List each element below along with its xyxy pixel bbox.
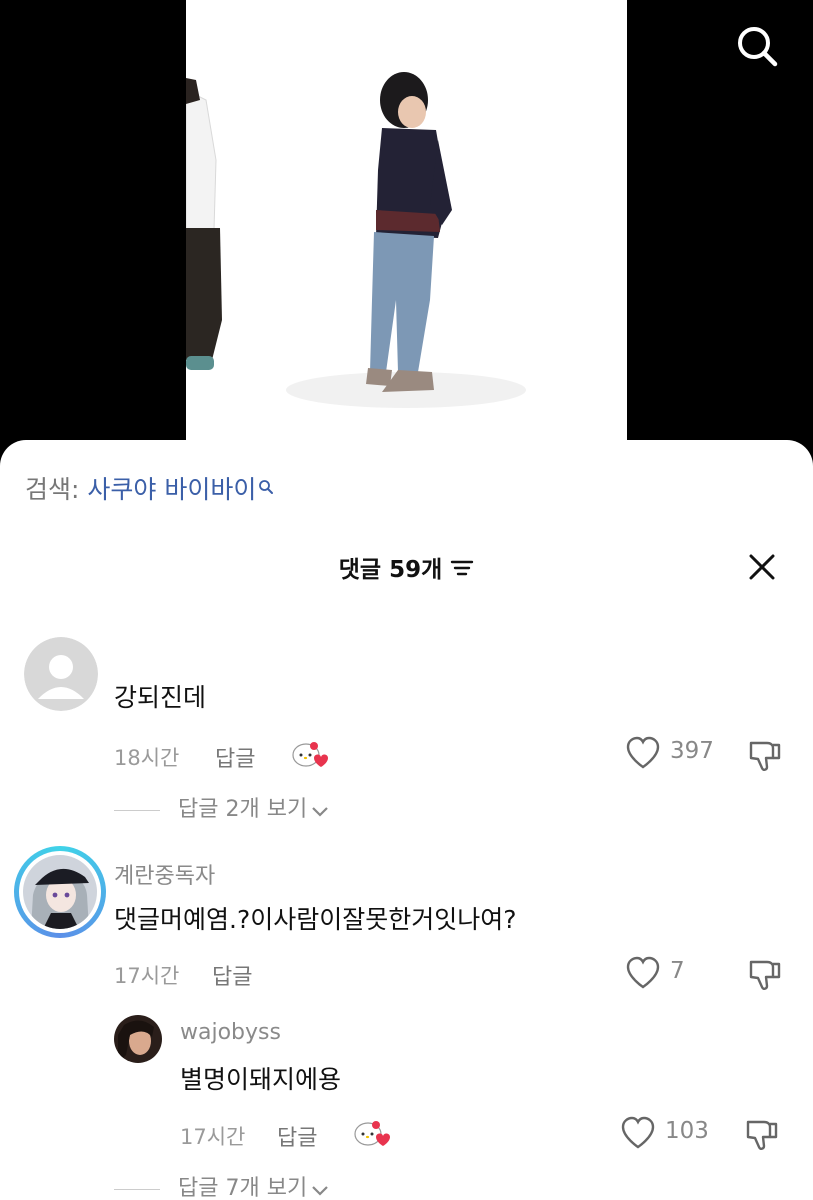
search-suggestion[interactable]: 검색: 사쿠야 바이바이	[25, 470, 274, 506]
comments-sheet: 검색: 사쿠야 바이바이 댓글 59개 강되진데 18시간 답글 397 답글 …	[0, 440, 813, 1200]
like-count: 397	[670, 738, 714, 764]
photo-avatar-icon	[114, 1015, 162, 1063]
search-suggestion-keyword[interactable]: 사쿠야 바이바이	[87, 475, 256, 504]
divider-line	[114, 809, 160, 811]
reply-text: 별명이돼지에용	[180, 1065, 342, 1094]
search-button[interactable]	[735, 24, 779, 68]
divider-line	[114, 1188, 160, 1190]
reply-time: 17시간	[180, 1125, 246, 1149]
chevron-down-icon	[311, 798, 329, 823]
view-replies-button[interactable]: 답글 7개 보기	[114, 1170, 329, 1200]
view-replies-label: 답글 7개 보기	[178, 1176, 308, 1200]
comments-header[interactable]: 댓글 59개	[0, 550, 813, 584]
comment-username[interactable]: 계란중독자	[114, 858, 215, 890]
comment-time: 18시간	[114, 746, 180, 770]
search-suggestion-icon	[258, 472, 274, 501]
close-button[interactable]	[747, 552, 777, 582]
heart-icon	[621, 1116, 655, 1149]
view-replies-label: 답글 2개 보기	[178, 797, 308, 822]
like-button[interactable]: 103	[620, 1116, 710, 1152]
avatar-image	[23, 855, 97, 929]
reply-avatar[interactable]	[114, 1015, 162, 1063]
like-count: 7	[670, 958, 685, 984]
like-count: 103	[665, 1118, 709, 1144]
thumbs-down-icon	[749, 960, 781, 990]
thumbs-down-icon	[746, 1120, 778, 1150]
comment-text: 강되진데	[114, 683, 207, 712]
comment-time: 17시간	[114, 964, 180, 988]
video-still-image	[186, 0, 627, 445]
video-player[interactable]	[0, 0, 813, 445]
reply-button[interactable]: 답글	[277, 1120, 317, 1152]
heart-icon	[626, 956, 660, 989]
like-button[interactable]: 397	[625, 736, 715, 772]
chevron-down-icon	[311, 1177, 329, 1200]
hello-kitty-sticker-icon	[290, 738, 330, 772]
comments-count-title: 댓글 59개	[338, 557, 443, 583]
anime-avatar-icon	[23, 855, 97, 929]
video-frame	[186, 0, 627, 445]
avatar-story-ring[interactable]	[14, 846, 106, 938]
user-placeholder-icon	[24, 637, 98, 711]
heart-icon	[626, 736, 660, 769]
dislike-button[interactable]	[746, 956, 782, 992]
avatar-default[interactable]	[24, 637, 98, 711]
comment-text: 댓글머예염.?이사람이잘못한거잇나여?	[114, 905, 517, 934]
hello-kitty-sticker-icon	[352, 1117, 392, 1151]
thumbs-down-icon	[749, 741, 781, 771]
dislike-button[interactable]	[743, 1116, 779, 1152]
search-suggestion-prefix: 검색:	[25, 475, 88, 504]
view-replies-button[interactable]: 답글 2개 보기	[114, 791, 329, 823]
reply-username[interactable]: wajobyss	[180, 1020, 281, 1045]
search-icon	[738, 27, 778, 67]
filter-icon[interactable]	[450, 558, 474, 584]
like-button[interactable]: 7	[625, 956, 695, 992]
reply-button[interactable]: 답글	[212, 959, 252, 991]
close-icon	[749, 554, 775, 580]
reply-button[interactable]: 답글	[215, 741, 255, 773]
dislike-button[interactable]	[746, 737, 782, 773]
